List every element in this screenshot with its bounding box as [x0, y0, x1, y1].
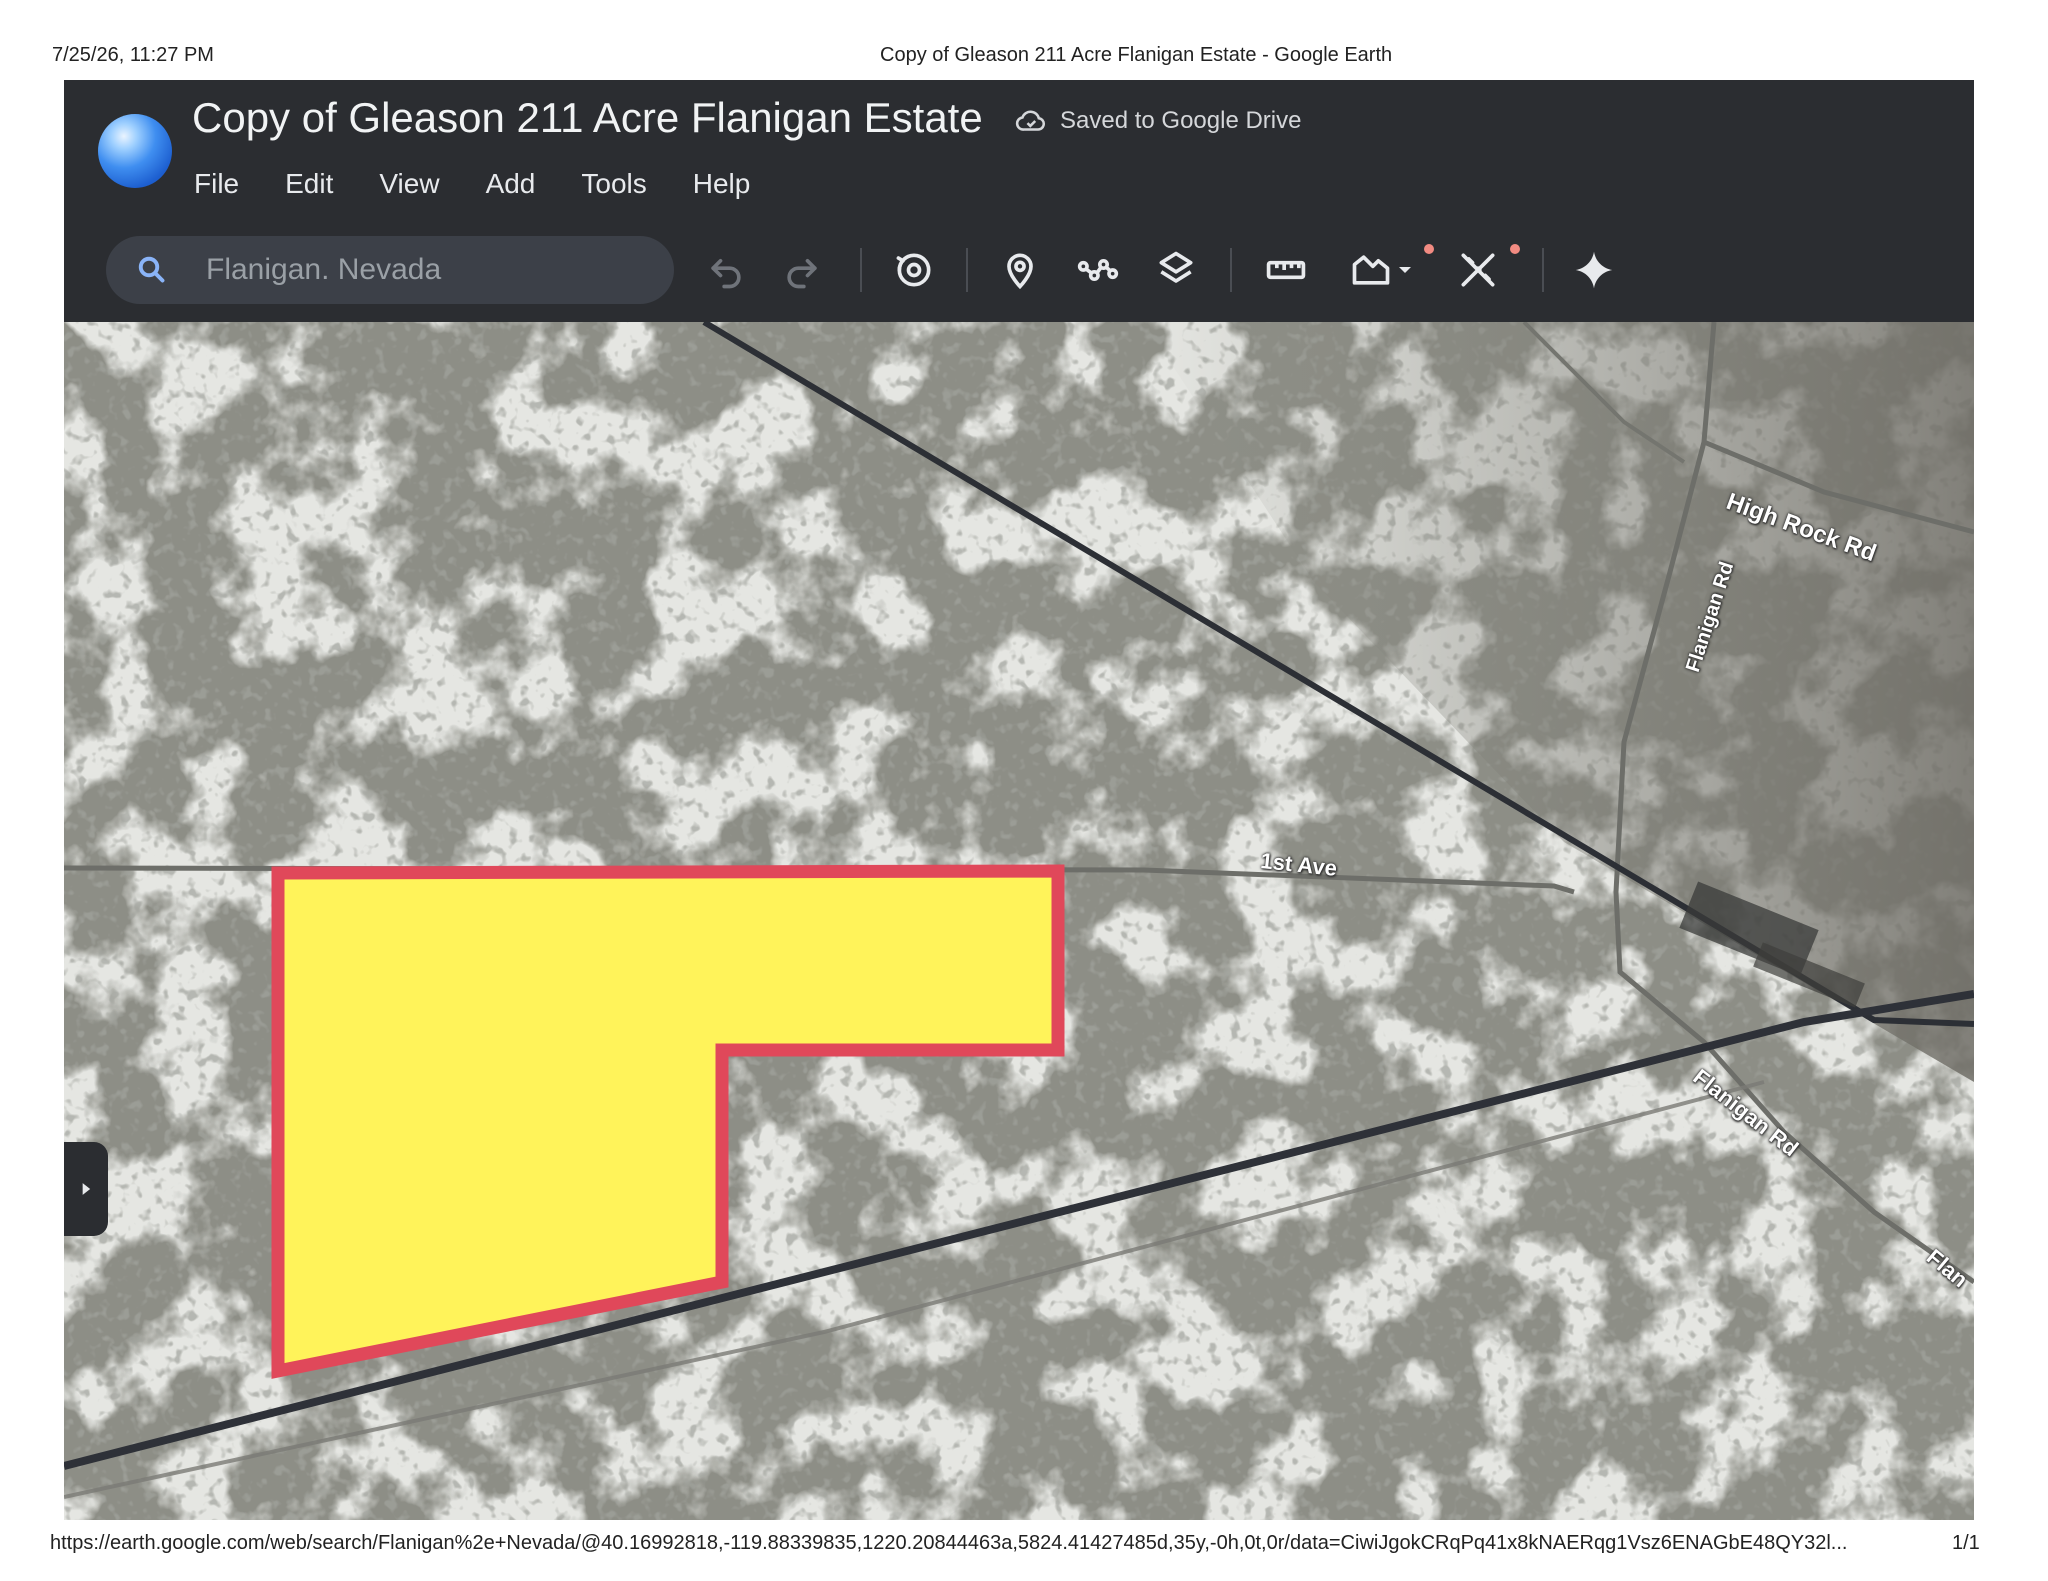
redo-icon — [787, 259, 817, 289]
menu-add[interactable]: Add — [486, 168, 536, 200]
save-status-label: Saved to Google Drive — [1060, 107, 1302, 134]
sparkle-icon — [1575, 251, 1613, 289]
menu-tools[interactable]: Tools — [581, 168, 646, 200]
google-earth-app: Copy of Gleason 211 Acre Flanigan Estate… — [64, 80, 1974, 1520]
search-icon[interactable] — [134, 252, 170, 288]
menu-bar: File Edit View Add Tools Help — [194, 168, 750, 200]
ai-assistant-button[interactable] — [1566, 242, 1622, 298]
undo-icon — [711, 259, 741, 289]
layers-icon — [1159, 251, 1193, 283]
toolbar-divider — [966, 248, 968, 292]
side-panel-toggle-button[interactable] — [64, 1142, 108, 1236]
menu-file[interactable]: File — [194, 168, 239, 200]
menu-view[interactable]: View — [379, 168, 439, 200]
satellite-map[interactable] — [64, 322, 1974, 1520]
measure-tools-button[interactable] — [1450, 242, 1506, 298]
history-icon — [896, 253, 931, 287]
search-input[interactable] — [204, 252, 648, 288]
notification-dot — [1510, 244, 1520, 254]
menu-help[interactable]: Help — [693, 168, 751, 200]
menu-edit[interactable]: Edit — [285, 168, 333, 200]
measure-icon — [1461, 253, 1495, 287]
undo-button[interactable] — [698, 242, 754, 298]
historical-imagery-button[interactable] — [886, 242, 942, 298]
map-style-button[interactable] — [1338, 242, 1428, 298]
ruler-icon — [1266, 260, 1306, 280]
print-date: 7/25/26, 11:27 PM — [52, 44, 214, 66]
search-bar[interactable] — [106, 236, 674, 304]
toolbar-divider — [860, 248, 862, 292]
chevron-right-icon — [82, 1183, 91, 1195]
print-url: https://earth.google.com/web/search/Flan… — [50, 1532, 1848, 1554]
save-status: Saved to Google Drive — [1014, 104, 1301, 138]
measure-distance-button[interactable] — [1258, 242, 1314, 298]
path-icon — [1077, 259, 1119, 281]
print-page-title: Copy of Gleason 211 Acre Flanigan Estate… — [880, 44, 1393, 66]
print-page-number: 1/1 — [1952, 1532, 1980, 1554]
add-placemark-button[interactable] — [992, 242, 1048, 298]
toolbar-divider — [1542, 248, 1544, 292]
layers-button[interactable] — [1148, 242, 1204, 298]
project-title[interactable]: Copy of Gleason 211 Acre Flanigan Estate — [192, 94, 983, 142]
google-earth-logo-icon[interactable] — [98, 114, 172, 188]
map-style-icon — [1352, 255, 1390, 285]
placemark-icon — [1007, 253, 1033, 290]
cloud-done-icon — [1015, 110, 1046, 131]
draw-path-button[interactable] — [1070, 242, 1126, 298]
redo-button[interactable] — [774, 242, 830, 298]
toolbar-divider — [1230, 248, 1232, 292]
top-bar: Copy of Gleason 211 Acre Flanigan Estate… — [64, 80, 1974, 322]
notification-dot — [1424, 244, 1434, 254]
chevron-down-icon — [1399, 267, 1411, 273]
